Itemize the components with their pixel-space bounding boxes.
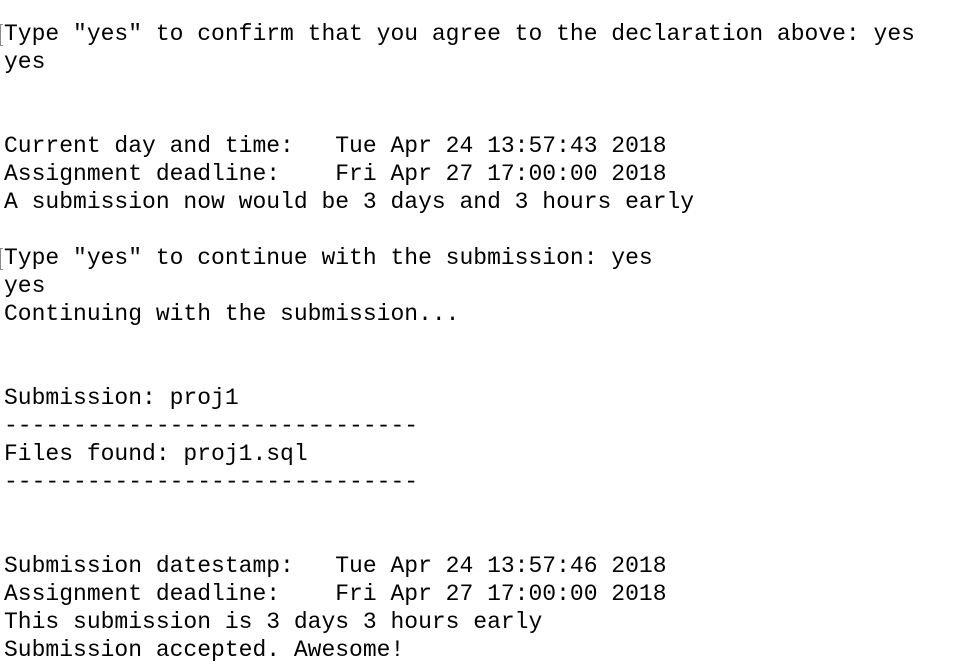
confirm-declaration-prompt: Type "yes" to confirm that you agree to … [4,21,915,47]
separator-line-1: ------------------------------ [4,413,419,439]
current-time-line: Current day and time: Tue Apr 24 13:57:4… [4,133,667,159]
prompt-marker-1 [0,24,3,46]
confirm-declaration-echo: yes [4,49,46,75]
submission-name-line: Submission: proj1 [4,385,239,411]
deadline-line-1: Assignment deadline: Fri Apr 27 17:00:00… [4,161,667,187]
early-notice-line: A submission now would be 3 days and 3 h… [4,189,695,215]
separator-line-2: ------------------------------ [4,469,419,495]
terminal-window[interactable]: Type "yes" to confirm that you agree to … [0,0,954,670]
files-found-line: Files found: proj1.sql [4,441,308,467]
continue-prompt: Type "yes" to continue with the submissi… [4,245,653,271]
continue-echo: yes [4,273,46,299]
submission-datestamp-line: Submission datestamp: Tue Apr 24 13:57:4… [4,553,667,579]
prompt-marker-2 [0,248,3,270]
deadline-line-2: Assignment deadline: Fri Apr 27 17:00:00… [4,581,667,607]
submission-accepted-line: Submission accepted. Awesome! [4,637,405,663]
submission-early-line: This submission is 3 days 3 hours early [4,609,543,635]
continuing-line: Continuing with the submission... [4,301,460,327]
